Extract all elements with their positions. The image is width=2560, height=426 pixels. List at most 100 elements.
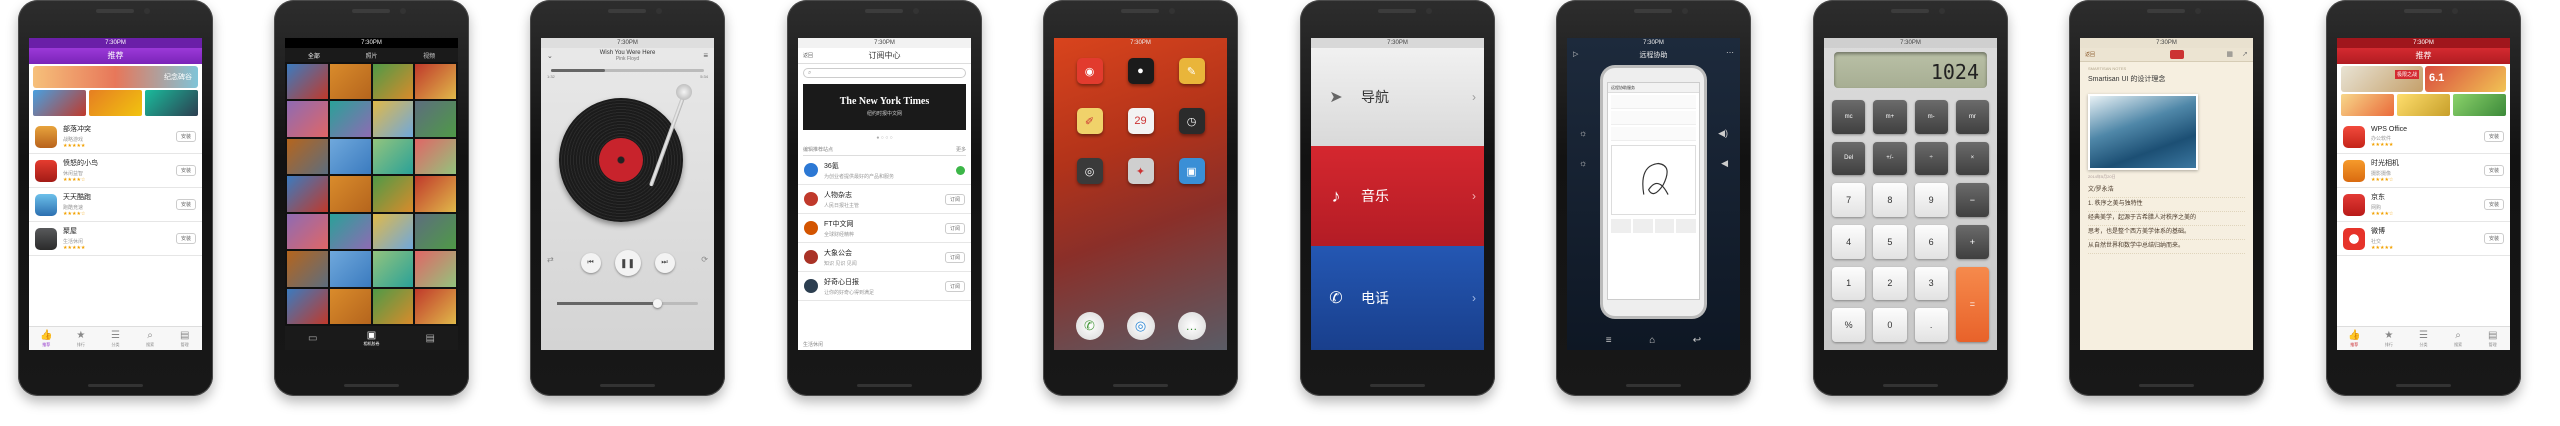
tab-manage[interactable]: ▤ 管理 [2475,327,2510,350]
list-item[interactable]: 天天酷跑 跑酷竞速 ★★★★☆ 安装 [29,188,202,222]
photo-thumbnail[interactable] [287,101,328,137]
photo-thumbnail[interactable] [415,213,456,250]
install-button[interactable]: 安装 [175,131,196,142]
calc-key[interactable]: 4 [1832,225,1866,259]
menu-icon[interactable]: ≡ [703,51,708,60]
camera-icon[interactable]: ▷ [1573,50,1578,58]
photo-thumbnail[interactable] [415,251,456,287]
photo-thumbnail[interactable] [287,288,328,324]
photo-thumbnail[interactable] [329,138,371,175]
clock-icon[interactable]: ◷ [1178,108,1205,134]
pause-icon[interactable]: ❚❚ [614,250,641,276]
subscribe-button[interactable]: 订阅 [944,222,965,234]
photo-thumbnail[interactable] [287,64,328,100]
photo-thumbnail[interactable] [415,176,456,212]
list-item[interactable]: 京东 网购 ★★★★☆ 安装 [2337,188,2510,222]
calc-key[interactable]: . [1914,308,1948,342]
calc-key[interactable]: m+ [1873,100,1907,134]
tab-recommend[interactable]: 👍 推荐 [29,327,64,350]
calc-key[interactable]: m- [1914,100,1948,134]
install-button[interactable]: 安装 [175,199,196,210]
subscribe-button[interactable]: 订阅 [944,251,965,263]
brightness-icon[interactable]: ☼ [1579,128,1587,138]
tab-all[interactable]: 全部 [308,51,320,60]
search-input[interactable]: ⌕ [803,68,966,78]
calc-key[interactable]: 7 [1832,183,1866,217]
tab-photos[interactable]: 照片 [365,51,377,60]
install-button[interactable]: 安装 [2483,131,2504,142]
list-item[interactable]: WPS Office 办公软件 ★★★★★ 安装 [2337,120,2510,154]
calc-key[interactable]: 9 [1914,183,1948,217]
seek-bar[interactable] [551,69,704,72]
calc-key[interactable]: 5 [1873,225,1907,259]
photo-thumbnail[interactable] [329,213,371,250]
photo-thumbnail[interactable] [287,213,328,250]
repeat-icon[interactable]: ⟳ [701,255,708,264]
featured-site[interactable]: The New York Times 纽约时报中文网 [803,84,966,130]
install-button[interactable]: 安装 [175,233,196,244]
calc-key[interactable]: = [1955,266,1989,342]
photo-thumbnail[interactable] [372,176,414,212]
camera-lens-icon[interactable]: ● [1127,58,1154,84]
photo-thumbnail[interactable] [372,101,414,137]
notepad-icon[interactable]: ✐ [1076,108,1103,134]
browser-icon[interactable]: ◎ [1126,312,1155,340]
install-button[interactable]: 安装 [2483,233,2504,244]
tab-category[interactable]: ☰ 分类 [2406,327,2441,350]
nav-row[interactable]: ➤ 导航 › [1311,48,1484,146]
thumb[interactable] [33,90,86,116]
messages-icon[interactable]: … [1177,312,1206,340]
image-icon[interactable]: ▦ [2226,50,2233,58]
photo-thumbnail[interactable] [415,64,456,100]
calc-key[interactable]: × [1955,141,1989,176]
tab-manage[interactable]: ▤ 管理 [167,327,202,350]
subscribe-button[interactable]: 订阅 [944,280,965,292]
list-item[interactable]: 人物杂志 人民日报社主管 订阅 [798,185,971,214]
list-item[interactable]: 时光相机 摄影摄像 ★★★★☆ 安装 [2337,154,2510,188]
volume-slider[interactable] [557,299,698,308]
list-item[interactable]: FT中文网 全球财经精粹 订阅 [798,214,971,243]
calc-key[interactable]: Del [1832,141,1866,176]
share-icon[interactable]: ➚ [2242,50,2248,58]
thumb[interactable] [2397,94,2450,116]
brightness-low-icon[interactable]: ☼ [1579,158,1587,168]
camera-icon[interactable]: ◉ [1076,58,1103,84]
tab-search[interactable]: ⌕ 搜索 [2441,327,2476,350]
tab-ranking[interactable]: ★ 排行 [2372,327,2407,350]
remote-screen[interactable]: 远程协助服务 [1607,82,1700,300]
shuffle-icon[interactable]: ⇄ [547,255,554,264]
calc-key[interactable]: mr [1955,100,1989,134]
music-row[interactable]: ♪ 音乐 › [1311,146,1484,246]
tab-ranking[interactable]: ★ 排行 [64,327,99,350]
phone-icon[interactable]: ✆ [1075,312,1104,340]
calendar-icon[interactable]: 29 [1127,108,1154,134]
list-item[interactable]: 好奇心日报 让你的好奇心得到满足 订阅 [798,272,971,301]
camera-roll-button[interactable]: ▣ 相机胶卷 [364,330,380,347]
share-icon[interactable]: ▤ [426,333,435,344]
featured-banner[interactable]: 纪念碑谷 [33,66,198,88]
calc-key[interactable]: 3 [1914,266,1948,301]
photo-thumbnail[interactable] [329,176,371,212]
photo-thumbnail[interactable] [372,288,414,324]
record-icon[interactable]: ◎ [1076,158,1103,184]
back-icon[interactable]: ↩ [1693,335,1701,346]
handwriting-area[interactable] [1611,145,1696,215]
tab-videos[interactable]: 视频 [423,51,435,60]
calc-key[interactable]: 2 [1873,266,1907,301]
car-icon[interactable]: ✦ [1127,158,1154,184]
calc-key[interactable]: 8 [1873,183,1907,217]
photo-thumbnail[interactable] [372,251,414,287]
photo-thumbnail[interactable] [415,101,456,137]
list-item[interactable]: 大象公会 知识 见识 见闻 订阅 [798,243,971,272]
calc-key[interactable]: 0 [1873,308,1907,342]
thumb[interactable] [2341,94,2394,116]
calc-key[interactable]: 6 [1914,225,1948,259]
calc-key[interactable]: mc [1832,100,1866,134]
list-item[interactable]: 微博 社交 ★★★★★ 安装 [2337,222,2510,256]
wave-photo[interactable] [2088,94,2198,170]
back-button[interactable]: 返回 [803,52,813,59]
photo-thumbnail[interactable] [287,176,328,212]
home-icon[interactable]: ⌂ [1649,335,1655,346]
menu-icon[interactable]: ≡ [1606,335,1612,346]
promo-banner[interactable]: 极限之战 [2341,66,2423,92]
